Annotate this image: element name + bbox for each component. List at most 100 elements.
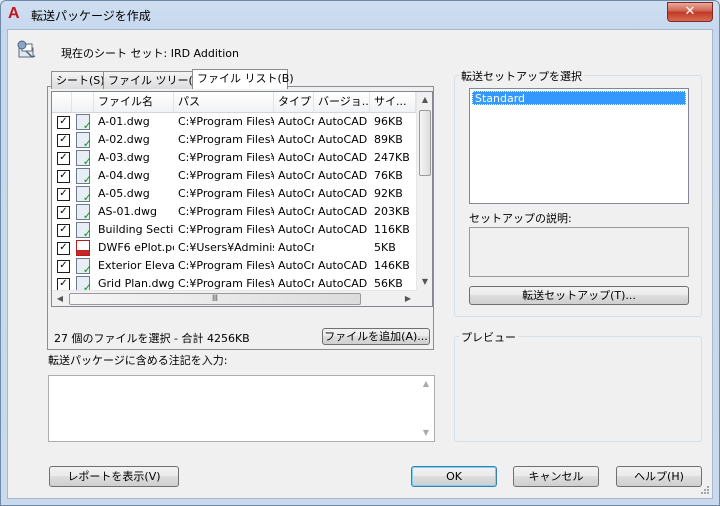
file-path: C:¥Program Files¥ (178, 151, 274, 164)
add-file-button[interactable]: ファイルを追加(A)... (322, 328, 430, 345)
setup-list[interactable]: Standard (469, 88, 689, 204)
autocad-app-icon: A (8, 5, 20, 22)
file-name: DWF6 ePlot.pc (98, 241, 174, 254)
scroll-corner (416, 290, 432, 306)
include-checkbox[interactable]: ✓ (57, 206, 70, 219)
file-type: AutoCr (278, 169, 314, 182)
title-bar[interactable]: A 転送パッケージを作成 ✕ (1, 1, 719, 29)
notes-scroll-up-icon[interactable]: ▲ (418, 376, 434, 392)
view-report-button[interactable]: レポートを表示(V) (49, 466, 179, 487)
horizontal-scrollbar[interactable]: ◀ Ⅲ ▶ (52, 290, 416, 306)
scroll-right-arrow-icon[interactable]: ▶ (400, 291, 416, 306)
include-checkbox[interactable]: ✓ (57, 152, 70, 165)
table-row[interactable]: ✓ ✓ A-05.dwg C:¥Program Files¥ AutoCr AutoCAD… (52, 185, 416, 203)
file-path: C:¥Program Files¥ (178, 169, 274, 182)
column-filename[interactable]: ファイル名 (94, 92, 174, 112)
setup-item-standard[interactable]: Standard (472, 91, 686, 105)
help-button[interactable]: ヘルプ(H) (616, 466, 702, 487)
file-version: AutoCAD (318, 259, 368, 272)
tab-sheets[interactable]: シート(S) (51, 71, 107, 89)
column-version[interactable]: バージョ.. (314, 92, 370, 112)
table-row[interactable]: ✓ ✓ Exterior Elevat C:¥Program Files¥ AutoCr… (52, 257, 416, 275)
file-version: AutoCAD (318, 133, 368, 146)
file-name: A-05.dwg (98, 187, 150, 200)
dwg-file-icon: ✓ (76, 204, 92, 221)
file-name: A-01.dwg (98, 115, 150, 128)
file-path: C:¥Program Files¥ (178, 133, 274, 146)
table-row[interactable]: ✓ ✓ A-02.dwg C:¥Program Files¥ AutoCr AutoCAD… (52, 131, 416, 149)
file-name: Exterior Elevat (98, 259, 174, 272)
file-version: AutoCAD (318, 187, 368, 200)
file-version: AutoCAD (318, 223, 368, 236)
include-checkbox[interactable]: ✓ (57, 188, 70, 201)
include-checkbox[interactable]: ✓ (57, 170, 70, 183)
dwg-file-icon: ✓ (76, 186, 92, 203)
file-path: C:¥Program Files¥ (178, 259, 274, 272)
include-checkbox[interactable]: ✓ (57, 224, 70, 237)
file-size: 92KB (374, 187, 403, 200)
file-size: 76KB (374, 169, 403, 182)
file-type: AutoCr (278, 205, 314, 218)
include-checkbox[interactable]: ✓ (57, 242, 70, 255)
sheet-set-icon (16, 39, 36, 59)
transmittal-setup-button[interactable]: 転送セットアップ(T)... (469, 286, 689, 305)
file-name: AS-01.dwg (98, 205, 157, 218)
file-version: AutoCAD (318, 115, 368, 128)
file-type: AutoCr (278, 151, 314, 164)
vertical-scroll-thumb[interactable] (419, 110, 431, 176)
file-size: 146KB (374, 259, 410, 272)
file-version: AutoCAD (318, 151, 368, 164)
dwg-file-icon: ✓ (76, 132, 92, 149)
dwg-file-icon: ✓ (76, 168, 92, 185)
file-version (318, 239, 370, 257)
file-name: Building Sectic (98, 223, 174, 236)
table-row[interactable]: ✓ ✓ A-01.dwg C:¥Program Files¥ AutoCr AutoCAD… (52, 113, 416, 131)
tab-file-list[interactable]: ファイル リスト(B) (192, 69, 294, 89)
scroll-up-arrow-icon[interactable]: ▲ (417, 92, 432, 108)
ok-button[interactable]: OK (411, 466, 497, 487)
file-size: 96KB (374, 115, 403, 128)
close-button[interactable]: ✕ (667, 2, 713, 22)
file-path: C:¥Program Files¥ (178, 205, 274, 218)
column-path[interactable]: パス (174, 92, 274, 112)
column-size[interactable]: サイ... (370, 92, 416, 112)
file-list-header: ファイル名 パス タイプ バージョ.. サイ... (52, 92, 416, 113)
table-row[interactable]: ✓ ✓ A-04.dwg C:¥Program Files¥ AutoCr AutoCAD… (52, 167, 416, 185)
dwg-file-icon: ✓ (76, 258, 92, 275)
horizontal-scroll-thumb[interactable]: Ⅲ (69, 293, 361, 305)
column-icon[interactable] (72, 92, 94, 112)
notes-scroll-down-icon[interactable]: ▼ (418, 425, 434, 441)
notes-textarea[interactable]: ▲ ▼ (48, 375, 435, 442)
setup-description-box (469, 227, 689, 277)
selection-summary: 27 個のファイルを選択 - 合計 4256KB (54, 332, 250, 345)
include-checkbox[interactable]: ✓ (57, 116, 70, 129)
table-row[interactable]: ✓ ✓ Building Sectic C:¥Program Files¥ AutoCr… (52, 221, 416, 239)
table-row[interactable]: ✓ ✓ A-03.dwg C:¥Program Files¥ AutoCr AutoCAD… (52, 149, 416, 167)
file-name: A-02.dwg (98, 133, 150, 146)
current-sheet-set-label: 現在のシート セット: IRD Addition (61, 47, 239, 60)
resize-grip-icon[interactable] (698, 485, 710, 497)
scroll-down-arrow-icon[interactable]: ▼ (417, 274, 432, 290)
file-type: AutoCr (278, 133, 314, 146)
file-name: A-03.dwg (98, 151, 150, 164)
file-name: A-04.dwg (98, 169, 150, 182)
file-type: AutoCr (278, 115, 314, 128)
include-checkbox[interactable]: ✓ (57, 134, 70, 147)
vertical-scrollbar[interactable]: ▲ ▼ (416, 92, 432, 290)
dialog-client: 現在のシート セット: IRD Addition シート(S) ファイル ツリー… (7, 29, 713, 499)
file-type: AutoCr (278, 187, 314, 200)
include-checkbox[interactable]: ✓ (57, 260, 70, 273)
cancel-button[interactable]: キャンセル (513, 466, 599, 487)
file-list[interactable]: ファイル名 パス タイプ バージョ.. サイ... ✓ ✓ A-01.dwg C:¥P… (51, 91, 433, 307)
column-type[interactable]: タイプ (274, 92, 314, 112)
plot-config-file-icon (76, 240, 90, 256)
table-row[interactable]: ✓ ✓ AS-01.dwg C:¥Program Files¥ AutoCr AutoCA… (52, 203, 416, 221)
file-type: AutoCr (278, 241, 314, 254)
setup-description-label: セットアップの説明: (469, 212, 572, 225)
dwg-file-icon: ✓ (76, 222, 92, 239)
table-row[interactable]: ✓ DWF6 ePlot.pc C:¥Users¥Administ AutoCr 5KB (52, 239, 416, 257)
scroll-left-arrow-icon[interactable]: ◀ (52, 291, 68, 306)
column-check[interactable] (52, 92, 72, 112)
tab-file-tree[interactable]: ファイル ツリー(F) (103, 71, 203, 89)
dwg-file-icon: ✓ (76, 114, 92, 131)
